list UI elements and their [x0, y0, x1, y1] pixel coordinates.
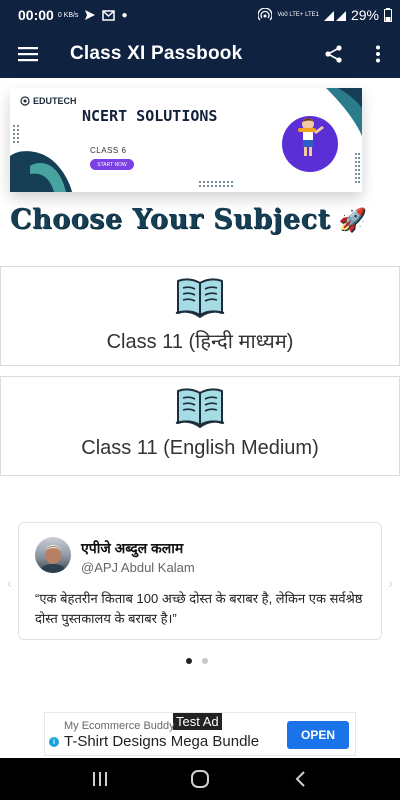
chevron-left-icon[interactable]: ‹: [7, 575, 12, 591]
back-icon: [295, 771, 305, 787]
ad-banner[interactable]: Test Ad i My Ecommerce Buddy T-Shirt Des…: [44, 712, 356, 756]
quote-handle: @APJ Abdul Kalam: [81, 560, 195, 575]
subject-card-hindi[interactable]: Class 11 (हिन्दी माध्यम): [0, 266, 400, 366]
banner-start-button[interactable]: START NOW: [90, 159, 134, 170]
promo-banner[interactable]: EDUTECH NCERT SOLUTIONS CLASS 6 START NO…: [10, 88, 362, 192]
share-icon: [325, 45, 342, 63]
quote-card[interactable]: एपीजे अब्दुल कलाम @APJ Abdul Kalam ‹ › “…: [7, 522, 393, 640]
signal-icon: [323, 11, 346, 21]
battery-icon: [384, 8, 392, 22]
subject-label: Class 11 (English Medium): [81, 437, 319, 459]
status-time: 00:00: [18, 7, 54, 23]
network-speed: 0 KB/s: [57, 11, 79, 19]
recents-button[interactable]: [80, 759, 120, 799]
gmail-icon: [102, 9, 116, 21]
dot-icon: ●: [121, 9, 128, 21]
ad-tag: Test Ad: [173, 713, 222, 730]
hamburger-menu-icon: [18, 47, 38, 62]
book-icon: [175, 388, 225, 429]
heading-text: Choose Your Subject: [10, 204, 331, 235]
recents-icon: [93, 772, 107, 786]
more-vertical-icon: [376, 45, 380, 63]
ad-open-button[interactable]: OPEN: [287, 721, 349, 749]
quote-author: एपीजे अब्दुल कलाम: [81, 540, 184, 556]
ad-info-icon[interactable]: i: [49, 737, 59, 747]
carousel-dot-active[interactable]: [186, 658, 192, 664]
battery-level: 29%: [350, 7, 379, 23]
more-options-button[interactable]: [356, 30, 400, 78]
rocket-icon: 🚀: [338, 206, 367, 233]
book-icon: [175, 278, 225, 319]
app-bar: Class XI Passbook: [0, 30, 400, 78]
brand-logo: EDUTECH: [20, 96, 77, 106]
brand-name: EDUTECH: [33, 96, 77, 106]
status-right: Vo0 LTE+ LTE1 29%: [258, 7, 392, 23]
chevron-right-icon[interactable]: ›: [388, 575, 393, 591]
banner-title: NCERT SOLUTIONS: [82, 107, 218, 125]
subject-label: Class 11 (हिन्दी माध्यम): [106, 331, 294, 353]
edutech-logo-icon: [20, 96, 30, 106]
hotspot-icon: [258, 8, 273, 21]
back-button[interactable]: [280, 759, 320, 799]
send-icon: [85, 10, 96, 20]
network-type: Vo0 LTE+ LTE1: [277, 11, 319, 18]
page-heading: Choose Your Subject 🚀: [10, 204, 366, 235]
system-nav-bar: [0, 758, 400, 800]
author-portrait: [39, 545, 67, 573]
status-bar: 00:00 0 KB/s ● Vo0 LTE+ LTE1 29%: [0, 0, 400, 30]
app-actions: [312, 30, 400, 78]
app-title: Class XI Passbook: [70, 43, 243, 64]
app-screen: 00:00 0 KB/s ● Vo0 LTE+ LTE1 29% Class X…: [0, 0, 400, 800]
carousel-indicator: [186, 658, 208, 664]
ad-title: T-Shirt Designs Mega Bundle: [64, 733, 260, 750]
home-button[interactable]: [180, 759, 220, 799]
quote-text: “एक बेहतरीन किताब 100 अच्छे दोस्त के बरा…: [35, 591, 363, 626]
avatar: [35, 537, 71, 573]
subject-card-english[interactable]: Class 11 (English Medium): [0, 376, 400, 476]
carousel-dot[interactable]: [202, 658, 208, 664]
ad-advertiser: My Ecommerce Buddy: [64, 720, 175, 732]
banner-subtitle: CLASS 6: [90, 146, 127, 155]
share-button[interactable]: [312, 30, 356, 78]
home-icon: [191, 770, 209, 788]
notification-icons: ●: [84, 9, 127, 21]
menu-button[interactable]: [0, 30, 56, 78]
